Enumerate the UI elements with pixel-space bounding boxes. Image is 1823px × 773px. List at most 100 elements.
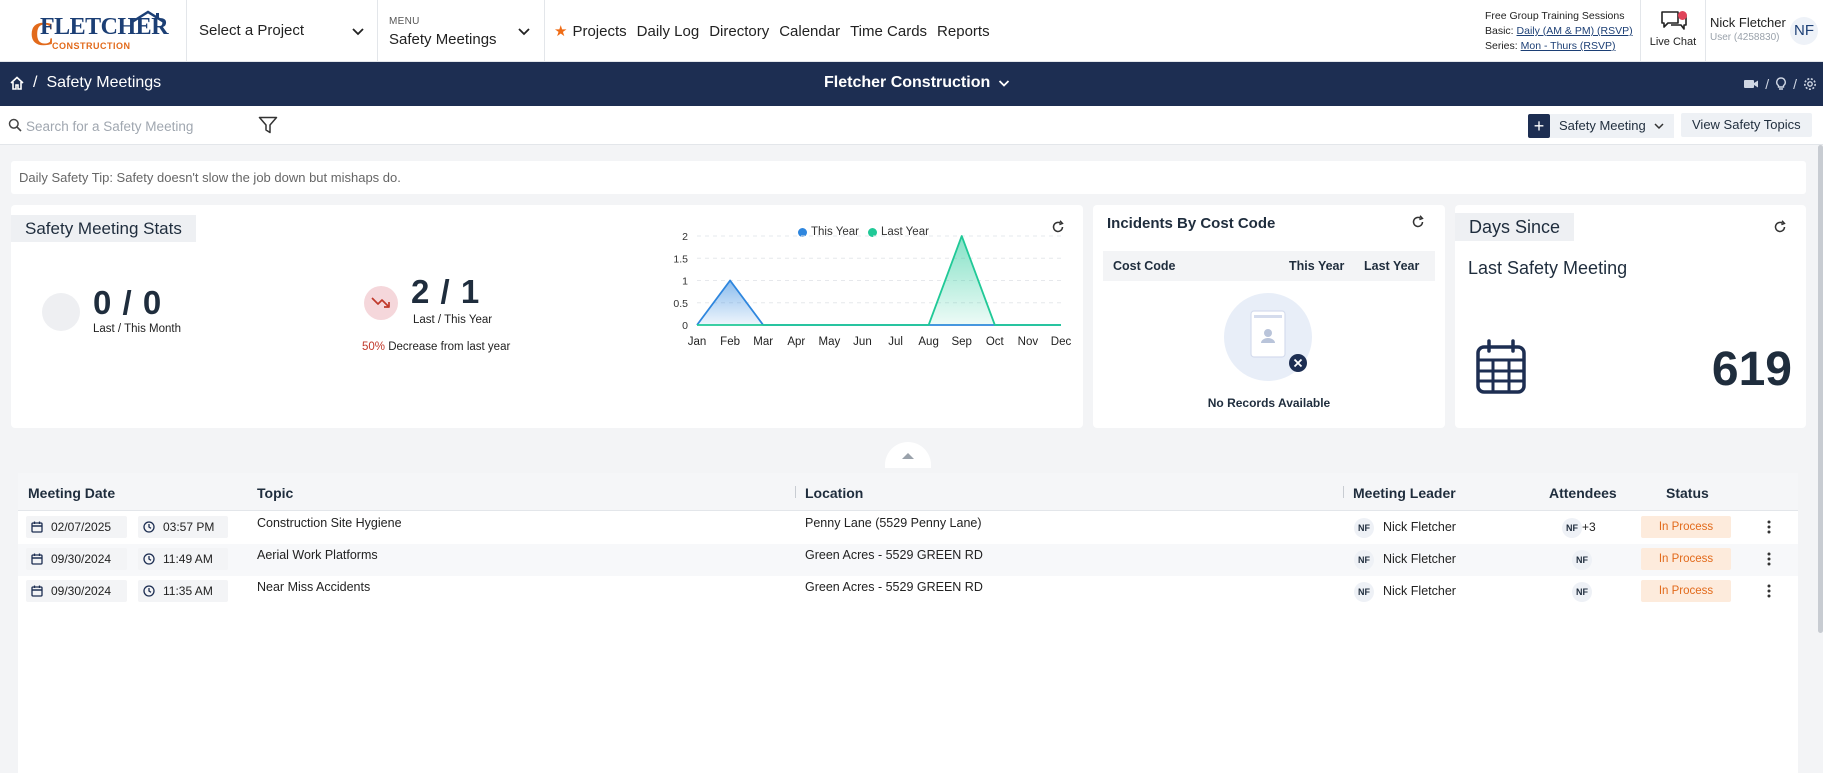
calendar-icon (31, 553, 43, 565)
lightbulb-icon[interactable] (1775, 77, 1787, 91)
calendar-icon (31, 521, 43, 533)
col-attendees[interactable]: Attendees (1549, 485, 1617, 501)
filter-icon[interactable] (258, 116, 278, 134)
live-chat-label: Live Chat (1649, 36, 1697, 48)
x-tick-label: Apr (787, 336, 805, 348)
search-icon (8, 118, 22, 132)
training-series-link[interactable]: Mon - Thurs (RSVP) (1521, 40, 1616, 52)
attendee-avatar: NF (1572, 550, 1592, 570)
view-safety-topics-button[interactable]: View Safety Topics (1681, 113, 1812, 137)
meeting-date: 09/30/2024 (26, 580, 127, 602)
more-options-icon[interactable] (1764, 582, 1774, 600)
meeting-topic: Near Miss Accidents (257, 580, 371, 594)
company-logo[interactable]: C FLETCHER CONSTRUCTION (30, 8, 180, 54)
daily-safety-tip: Daily Safety Tip: Safety doesn't slow th… (11, 161, 1806, 194)
table-row[interactable]: 09/30/2024 11:35 AM Near Miss Accidents … (18, 576, 1798, 608)
nav-daily-log[interactable]: Daily Log (637, 23, 700, 40)
chevron-down-icon (352, 28, 364, 36)
y-tick-label: 1.5 (673, 253, 688, 265)
x-tick-label: Aug (918, 336, 938, 348)
project-select-label: Select a Project (199, 22, 305, 39)
x-tick-label: May (818, 336, 840, 348)
training-title: Free Group Training Sessions (1485, 10, 1625, 22)
user-id: User (4258830) (1710, 32, 1780, 43)
collapse-stats-button[interactable] (885, 442, 931, 468)
add-safety-meeting-button[interactable]: + Safety Meeting (1528, 113, 1674, 138)
no-records-illustration (1224, 293, 1312, 381)
refresh-icon[interactable] (1773, 220, 1787, 234)
calendar-icon (31, 585, 43, 597)
house-roof-icon (131, 10, 165, 24)
nav-reports[interactable]: Reports (937, 23, 990, 40)
table-row[interactable]: 09/30/2024 11:49 AM Aerial Work Platform… (18, 544, 1798, 576)
status-badge: In Process (1641, 548, 1731, 570)
nav-projects[interactable]: ★ Projects (554, 22, 627, 41)
col-cost-code: Cost Code (1113, 259, 1176, 273)
menu-select[interactable]: MENU Safety Meetings (378, 0, 544, 62)
y-tick-label: 0 (682, 320, 688, 332)
table-row[interactable]: 02/07/2025 03:57 PM Construction Site Hy… (18, 512, 1798, 544)
days-since-label: Last Safety Meeting (1468, 258, 1628, 278)
clock-icon (143, 553, 155, 565)
x-tick-label: Jul (888, 336, 903, 348)
x-tick-label: Dec (1051, 336, 1072, 348)
x-tick-label: Jan (688, 336, 707, 348)
attendee-avatar: NF (1562, 518, 1582, 538)
star-icon: ★ (554, 23, 568, 40)
avatar[interactable]: NF (1790, 17, 1818, 45)
x-tick-label: Feb (720, 336, 740, 348)
home-icon[interactable] (10, 76, 24, 90)
plus-icon: + (1528, 113, 1550, 138)
video-camera-icon[interactable] (1743, 78, 1759, 90)
leader-avatar: NF (1354, 518, 1374, 538)
nav-time-cards[interactable]: Time Cards (850, 23, 927, 40)
more-options-icon[interactable] (1764, 550, 1774, 568)
add-meeting-label: Safety Meeting (1559, 117, 1646, 133)
y-tick-label: 0.5 (673, 298, 688, 310)
days-since-card: Days Since Last Safety Meeting 619 (1455, 205, 1806, 428)
meeting-leader: Nick Fletcher (1383, 552, 1456, 566)
x-tick-label: Jun (853, 336, 872, 348)
search-input[interactable] (26, 115, 246, 137)
meeting-location: Green Acres - 5529 GREEN RD (805, 548, 983, 562)
live-chat-button[interactable]: Live Chat (1643, 6, 1703, 56)
meetings-area-chart: 0 0.5 1 1.5 2 Jan Feb Mar Apr May Jun Jul Aug Sep Oct N… (673, 231, 1072, 348)
refresh-icon[interactable] (1411, 215, 1425, 229)
caret-up-icon (902, 453, 914, 459)
status-badge: In Process (1641, 580, 1731, 602)
meeting-leader: Nick Fletcher (1383, 584, 1456, 598)
no-records-text: No Records Available (1207, 396, 1331, 410)
nav-calendar[interactable]: Calendar (779, 23, 840, 40)
series-area-this-year (697, 280, 1061, 325)
page-header: / Safety Meetings Fletcher Construction … (0, 62, 1823, 106)
user-info[interactable]: Nick Fletcher User (4258830) (1710, 15, 1786, 43)
meeting-time: 11:49 AM (138, 548, 228, 570)
col-status[interactable]: Status (1666, 485, 1709, 501)
training-basic-link[interactable]: Daily (AM & PM) (RSVP) (1517, 25, 1633, 37)
nav-directory[interactable]: Directory (709, 23, 769, 40)
meeting-location: Penny Lane (5529 Penny Lane) (805, 516, 982, 530)
project-select[interactable]: Select a Project (187, 0, 377, 62)
meeting-date: 09/30/2024 (26, 548, 127, 570)
meeting-time: 11:35 AM (138, 580, 228, 602)
x-tick-label: Mar (753, 336, 773, 348)
col-topic[interactable]: Topic (257, 485, 293, 501)
logo-subtext: CONSTRUCTION (52, 41, 131, 51)
col-meeting-leader[interactable]: Meeting Leader (1353, 485, 1456, 501)
meeting-topic: Construction Site Hygiene (257, 516, 402, 530)
company-switcher[interactable]: Fletcher Construction (824, 74, 1011, 92)
more-options-icon[interactable] (1764, 518, 1774, 536)
days-since-title: Days Since (1455, 213, 1575, 241)
chevron-down-icon (999, 80, 1010, 87)
col-meeting-date[interactable]: Meeting Date (28, 485, 115, 501)
safety-meeting-stats-card: Safety Meeting Stats 0 / 0 Last / This M… (11, 205, 1083, 428)
meeting-date: 02/07/2025 (26, 516, 127, 538)
x-tick-label: Oct (986, 336, 1005, 348)
col-location[interactable]: Location (805, 485, 863, 501)
company-name: Fletcher Construction (824, 74, 991, 91)
status-badge: In Process (1641, 516, 1731, 538)
menu-caption: MENU (389, 16, 420, 27)
attendee-extra-count[interactable]: +3 (1582, 520, 1596, 534)
gear-icon[interactable] (1803, 77, 1817, 91)
page-scrollbar[interactable] (1818, 145, 1823, 633)
